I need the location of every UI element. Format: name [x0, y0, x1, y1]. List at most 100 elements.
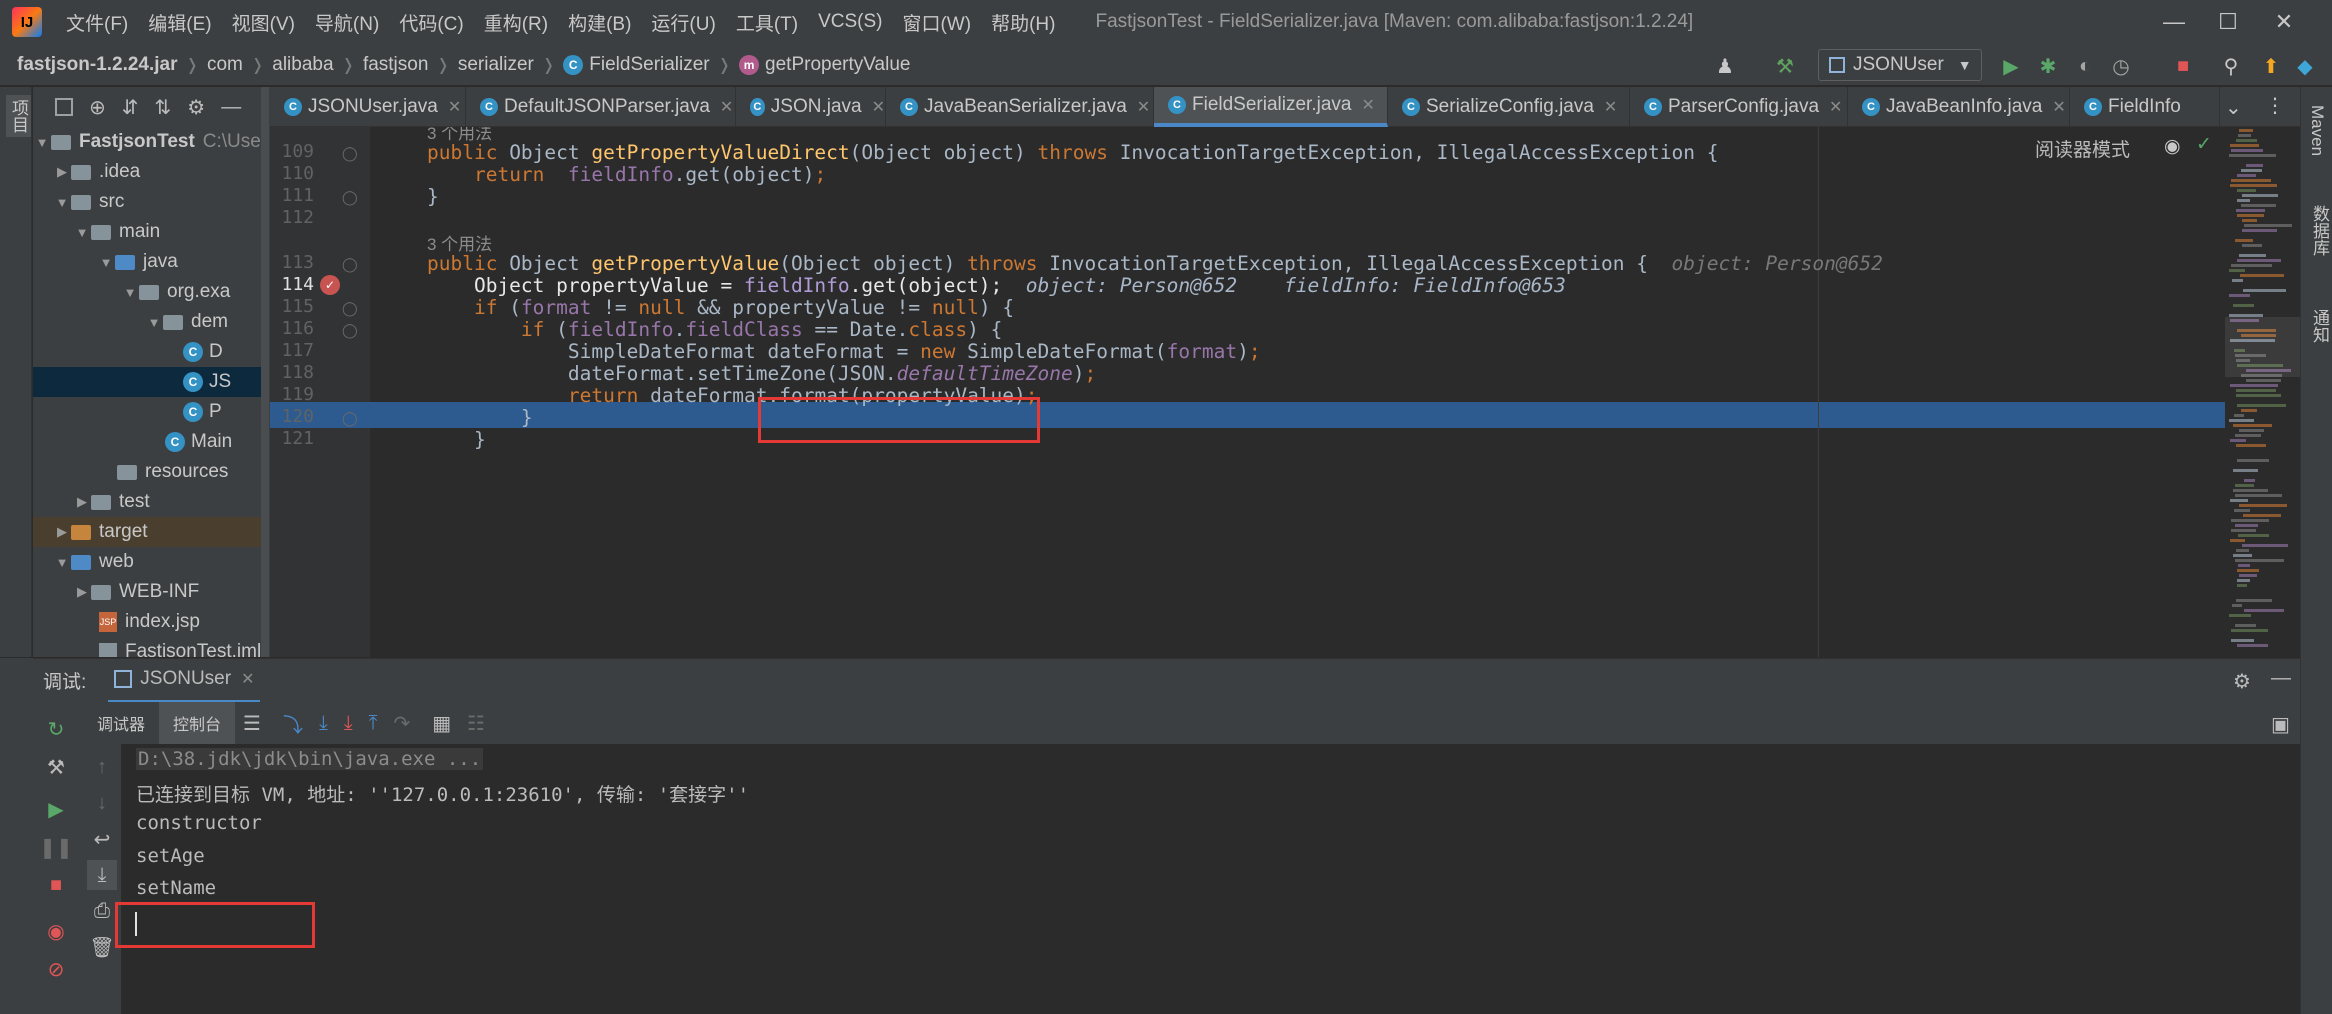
close-icon[interactable]: ✕ — [448, 97, 461, 117]
fold-icon[interactable]: ◯ — [342, 189, 358, 206]
collapse-all-icon[interactable]: ⇅ — [155, 95, 172, 120]
fold-icon[interactable]: ◯ — [342, 410, 358, 427]
tab-list-chevron-icon[interactable]: ⌄ — [2225, 95, 2242, 120]
view-select-icon[interactable] — [55, 98, 73, 116]
minimap-viewport[interactable] — [2225, 317, 2300, 377]
tab-jsonuser[interactable]: C JSONUser.java ✕ — [270, 87, 466, 127]
tree-row-src[interactable]: ▼ src — [53, 187, 125, 217]
rerun-icon[interactable]: ↻ — [41, 714, 71, 744]
tree-row-test[interactable]: ▶ test — [73, 487, 150, 517]
stop-icon[interactable]: ■ — [2170, 53, 2196, 79]
chevron-down-icon[interactable]: ▼ — [145, 315, 163, 330]
tree-row-iml[interactable]: FastjsonTest.iml — [99, 637, 261, 657]
fold-icon[interactable]: ◯ — [342, 256, 358, 273]
pause-icon[interactable]: ❚❚ — [39, 832, 73, 862]
tree-row-main[interactable]: ▼ main — [73, 217, 161, 247]
coverage-icon[interactable]: ◐ — [2072, 53, 2098, 79]
close-icon[interactable]: ✕ — [2052, 97, 2065, 117]
menu-window[interactable]: 窗口(W) — [892, 9, 981, 36]
close-icon[interactable]: ✕ — [1829, 97, 1842, 117]
maximize-icon[interactable]: ☐ — [2200, 0, 2256, 44]
fold-icon[interactable]: ◯ — [342, 322, 358, 339]
gear-icon[interactable]: ⚙ — [187, 95, 205, 120]
run-configuration-select[interactable]: JSONUser ▼ — [1818, 49, 1982, 81]
gear-icon[interactable]: ⚙ — [2233, 669, 2251, 694]
close-icon[interactable]: ✕ — [720, 97, 733, 117]
chevron-down-icon[interactable]: ▼ — [33, 135, 51, 150]
tree-row-idea[interactable]: ▶ .idea — [53, 157, 140, 187]
code-minimap[interactable] — [2225, 127, 2300, 657]
arrow-up-icon[interactable]: ↑ — [87, 752, 117, 782]
tree-row-web[interactable]: ▼ web — [53, 547, 134, 577]
run-icon[interactable]: ▶ — [1998, 53, 2024, 79]
menu-lines-icon[interactable]: ☰ — [243, 711, 261, 736]
project-tool-tab[interactable]: 项目 — [6, 95, 31, 137]
breadcrumb-serializer[interactable]: serializer — [458, 54, 534, 76]
evaluate-icon[interactable]: ▦ — [432, 711, 451, 736]
console-output[interactable]: D:\38.jdk\jdk\bin\java.exe ... 已连接到目标 VM… — [115, 744, 2300, 1014]
view-breakpoints-icon[interactable]: ◉ — [41, 916, 71, 946]
breadcrumb-com[interactable]: com — [207, 54, 243, 76]
close-icon[interactable]: ✕ — [872, 97, 885, 117]
close-window-icon[interactable]: ✕ — [2256, 0, 2312, 44]
tree-row-webinf[interactable]: ▶ WEB-INF — [73, 577, 199, 607]
stop-icon[interactable]: ■ — [41, 870, 71, 900]
menu-vcs[interactable]: VCS(S) — [808, 11, 892, 33]
menu-navigate[interactable]: 导航(N) — [305, 9, 389, 36]
chevron-down-icon[interactable]: ▼ — [53, 195, 71, 210]
update-icon[interactable]: ⬆ — [2258, 53, 2284, 79]
tree-row-java[interactable]: ▼ java — [97, 247, 178, 277]
locate-icon[interactable]: ⊕ — [89, 95, 106, 120]
menu-file[interactable]: 文件(F) — [56, 9, 138, 36]
tree-row-index-jsp[interactable]: JSP index.jsp — [99, 607, 200, 637]
scroll-to-end-icon[interactable]: ⤓ — [87, 860, 117, 890]
check-icon[interactable]: ✓ — [2196, 133, 2212, 156]
tab-console[interactable]: 控制台 — [159, 702, 236, 744]
tab-fieldinfo[interactable]: C FieldInfo — [2070, 87, 2220, 127]
menu-help[interactable]: 帮助(H) — [981, 9, 1065, 36]
plugin-icon[interactable]: ◆ — [2292, 53, 2318, 79]
menu-refactor[interactable]: 重构(R) — [474, 9, 558, 36]
menu-run[interactable]: 运行(U) — [641, 9, 725, 36]
print-icon[interactable]: ⎙ — [87, 896, 117, 926]
minimize-icon[interactable]: — — [2146, 0, 2202, 44]
settings-wrench-icon[interactable]: ⚒ — [41, 752, 71, 782]
chevron-down-icon[interactable]: ▼ — [121, 285, 139, 300]
breadcrumb-method[interactable]: m getPropertyValue — [739, 54, 910, 76]
tab-defaultjsonparser[interactable]: C DefaultJSONParser.java ✕ — [466, 87, 736, 127]
tab-json[interactable]: C JSON.java ✕ — [736, 87, 886, 127]
debug-icon[interactable]: ✱ — [2035, 53, 2061, 79]
soft-wrap-icon[interactable]: ↩ — [87, 824, 117, 854]
menu-tools[interactable]: 工具(T) — [726, 9, 808, 36]
breadcrumb-alibaba[interactable]: alibaba — [272, 54, 333, 76]
database-tool-tab[interactable]: 数据库 — [2307, 205, 2332, 256]
tree-row-target[interactable]: ▶ target — [33, 517, 261, 547]
user-icon[interactable]: ♟ — [1712, 53, 1738, 79]
trash-icon[interactable]: 🗑 — [87, 932, 117, 962]
breadcrumb-jar[interactable]: fastjson-1.2.24.jar — [17, 54, 178, 76]
more-options-icon[interactable]: ⋮ — [2265, 93, 2285, 118]
hide-icon[interactable]: — — [2271, 667, 2291, 690]
layout-icon[interactable]: ▣ — [2271, 712, 2290, 737]
tab-javabeaninfo[interactable]: C JavaBeanInfo.java ✕ — [1848, 87, 2070, 127]
fold-icon[interactable]: ◯ — [342, 145, 358, 162]
tree-row-module[interactable]: ▼ FastjsonTest C:\Use — [33, 127, 261, 157]
tree-row-class[interactable]: C D — [183, 337, 223, 367]
breadcrumb-fastjson[interactable]: fastjson — [363, 54, 428, 76]
step-into-icon[interactable]: ⤓ — [319, 712, 328, 735]
step-over-icon[interactable]: ⤵ — [283, 709, 303, 738]
profile-icon[interactable]: ◷ — [2108, 53, 2134, 79]
search-icon[interactable]: ⚲ — [2218, 53, 2244, 79]
maven-tool-tab[interactable]: Maven — [2307, 105, 2327, 156]
code-editor[interactable]: 108 109 110 111 112 113 114 115 116 117 … — [270, 127, 2300, 657]
tab-javabeanserializer[interactable]: C JavaBeanSerializer.java ✕ — [886, 87, 1154, 127]
tree-row-package-demo[interactable]: ▼ dem — [145, 307, 228, 337]
project-scrollbar[interactable] — [261, 87, 269, 657]
expand-all-icon[interactable]: ⇵ — [122, 95, 139, 120]
close-icon[interactable]: ✕ — [1604, 97, 1617, 117]
chevron-right-icon[interactable]: ▶ — [73, 584, 91, 600]
tree-row-main-class[interactable]: C Main — [165, 427, 232, 457]
close-icon[interactable]: ✕ — [241, 669, 254, 689]
hide-icon[interactable]: — — [221, 96, 241, 119]
chevron-right-icon[interactable]: ▶ — [73, 494, 91, 510]
